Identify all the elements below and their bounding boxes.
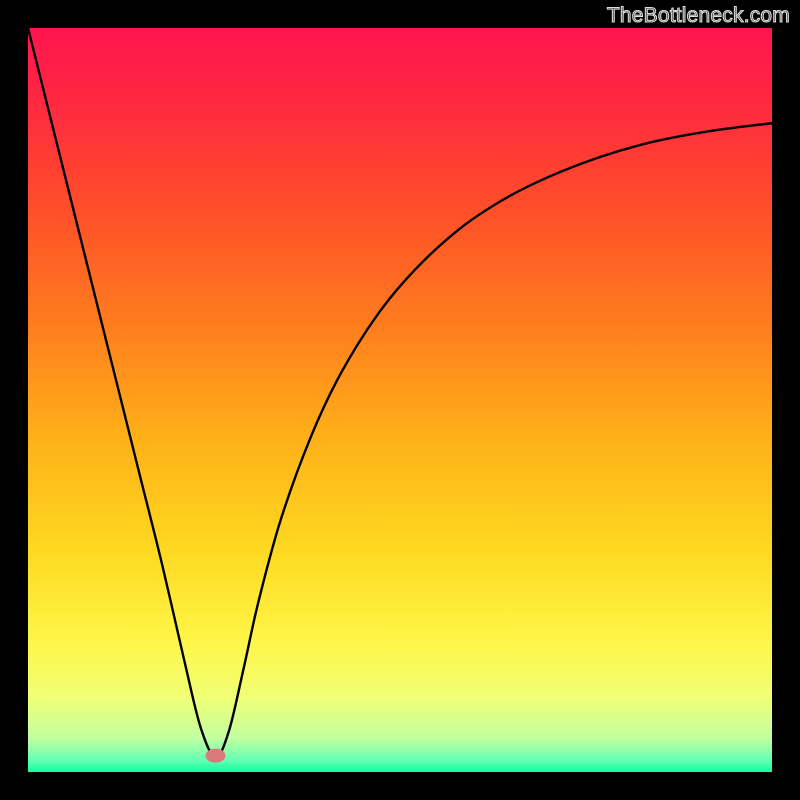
minimum-marker <box>205 749 225 763</box>
outer-frame: TheBottleneck.com <box>0 0 800 800</box>
chart-svg <box>28 28 772 772</box>
plot-area <box>28 28 772 772</box>
watermark-text: TheBottleneck.com <box>607 4 790 28</box>
